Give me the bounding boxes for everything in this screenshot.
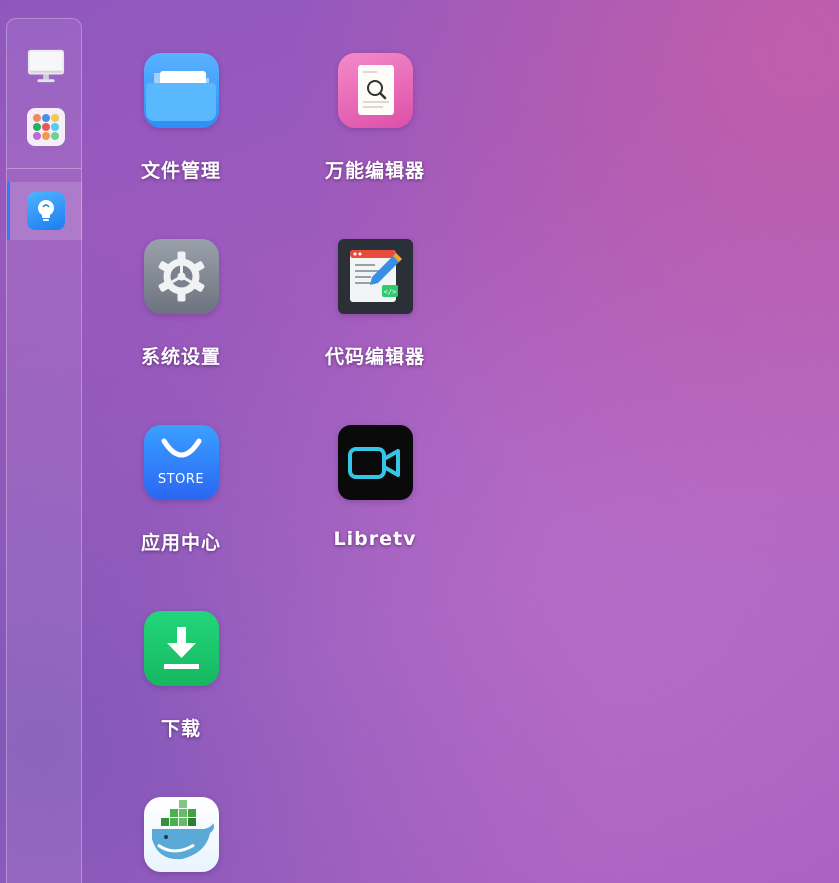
- docker-whale-icon: [143, 797, 219, 872]
- sidebar-item-tips-button[interactable]: [27, 192, 65, 230]
- app-label: 应用中心: [140, 532, 221, 554]
- sidebar-item-apps[interactable]: [27, 108, 65, 146]
- app-label: 系统设置: [140, 346, 221, 368]
- app-store[interactable]: STORE 应用中心: [111, 425, 251, 555]
- app-label: 下载: [160, 718, 201, 740]
- code-editor-icon: </>: [337, 239, 413, 314]
- lightbulb-icon: [38, 200, 54, 221]
- svg-text:</>: </>: [383, 288, 396, 296]
- monitor-icon: [27, 49, 65, 83]
- app-docker[interactable]: [111, 797, 251, 883]
- app-system-settings[interactable]: 系统设置: [111, 239, 251, 369]
- store-bag-icon: STORE: [143, 425, 219, 500]
- document-search-icon: [337, 53, 413, 128]
- app-label: 代码编辑器: [324, 346, 425, 368]
- store-icon-text: STORE: [157, 472, 205, 487]
- app-code-editor[interactable]: </> 代码编辑器: [305, 239, 445, 369]
- app-grid-icon: [33, 114, 59, 140]
- download-icon: [143, 611, 219, 686]
- sidebar-divider: [7, 168, 81, 169]
- active-indicator: [7, 182, 10, 240]
- app-label: 万能编辑器: [324, 160, 425, 182]
- app-label: Libretv: [333, 528, 417, 550]
- app-universal-editor[interactable]: 万能编辑器: [305, 53, 445, 183]
- app-download[interactable]: 下载: [111, 611, 251, 741]
- gear-icon: [143, 239, 219, 314]
- folder-icon: [143, 53, 219, 128]
- app-label: 文件管理: [140, 160, 221, 182]
- video-camera-icon: [337, 425, 413, 500]
- app-file-manager[interactable]: 文件管理: [111, 53, 251, 183]
- sidebar-item-tips[interactable]: [7, 182, 82, 240]
- app-libretv[interactable]: Libretv: [305, 425, 445, 550]
- sidebar-item-desktop[interactable]: [27, 47, 65, 85]
- sidebar-dock: [6, 18, 82, 883]
